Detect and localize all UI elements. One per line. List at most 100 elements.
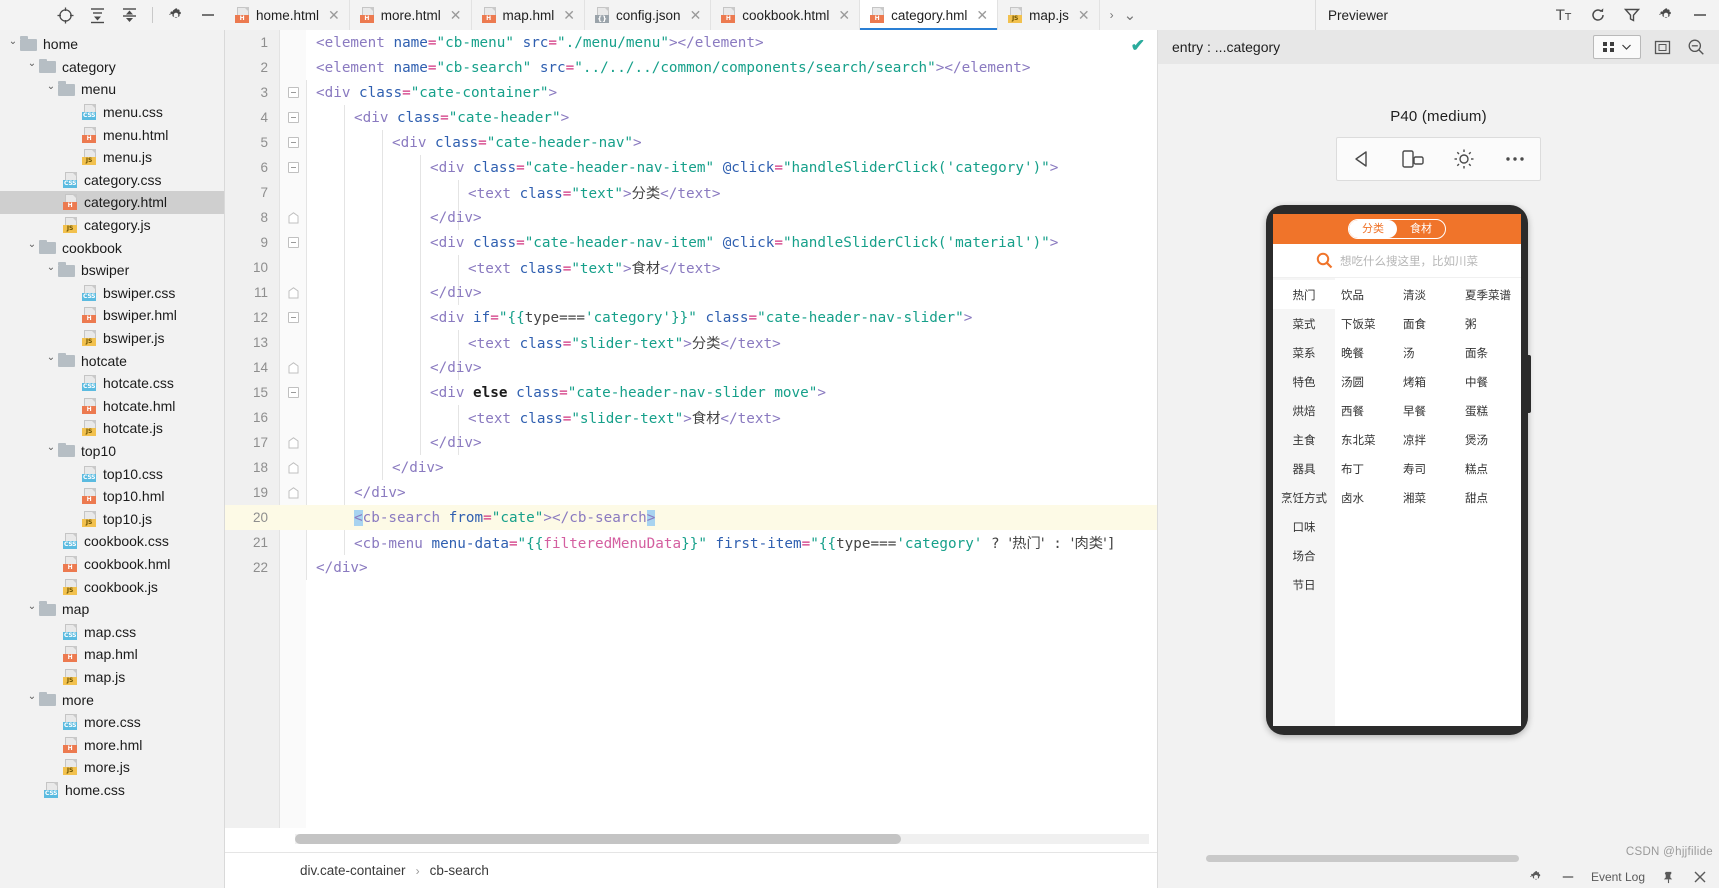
editor-tab-map-hml[interactable]: Hmap.hml ✕ <box>471 0 586 30</box>
editor-tab-more-html[interactable]: Hmore.html ✕ <box>349 0 472 30</box>
chevron-down-icon[interactable]: ⌄ <box>1124 6 1137 24</box>
chevron-down-icon[interactable]: ⌄ <box>6 36 20 47</box>
fold-marker[interactable] <box>280 162 306 173</box>
tree-folder-category[interactable]: ⌄ category <box>0 56 224 79</box>
app-nav-tab-分类[interactable]: 分类 <box>1349 220 1397 238</box>
code-line-11[interactable]: 11 </div> <box>225 280 1157 305</box>
breadcrumb[interactable]: div.cate-container › cb-search <box>225 852 1157 888</box>
app-sidebar-item[interactable]: 场合 <box>1273 541 1335 570</box>
tab-close-icon[interactable]: ✕ <box>328 8 340 22</box>
fold-marker[interactable] <box>280 112 306 123</box>
tree-file-map-css[interactable]: CSS map.css <box>0 620 224 643</box>
editor-horizontal-scrollbar[interactable] <box>295 834 1149 844</box>
app-grid-item[interactable]: 清淡 <box>1397 280 1459 309</box>
tree-file-bswiper-css[interactable]: CSS bswiper.css <box>0 282 224 305</box>
editor-tab-config-json[interactable]: {} config.json ✕ <box>585 0 712 30</box>
code-line-6[interactable]: 6 <div class="cate-header-nav-item" @clic… <box>225 155 1157 180</box>
code-line-4[interactable]: 4 <div class="cate-header"> <box>225 105 1157 130</box>
orientation-icon[interactable] <box>1389 138 1437 180</box>
tree-file-map-hml[interactable]: Hmap.hml <box>0 643 224 666</box>
chevron-down-icon[interactable]: ⌄ <box>25 601 39 612</box>
minus-icon[interactable] <box>1559 868 1577 886</box>
app-grid-item[interactable]: 寿司 <box>1397 454 1459 483</box>
code-line-14[interactable]: 14 </div> <box>225 355 1157 380</box>
fold-marker[interactable] <box>280 237 306 248</box>
tab-close-icon[interactable]: ✕ <box>1078 8 1090 22</box>
app-nav-tabs[interactable]: 分类 食材 <box>1348 219 1446 239</box>
tree-file-hotcate-css[interactable]: CSS hotcate.css <box>0 372 224 395</box>
app-sidebar-item[interactable]: 菜系 <box>1273 338 1335 367</box>
app-grid-item[interactable]: 烤箱 <box>1397 367 1459 396</box>
tree-file-cookbook-js[interactable]: JS cookbook.js <box>0 575 224 598</box>
fold-marker[interactable] <box>280 387 306 398</box>
tab-close-icon[interactable]: ✕ <box>690 8 702 22</box>
tree-file-category-css[interactable]: CSS category.css <box>0 169 224 192</box>
code-text-area[interactable]: 1 <element name="cb-menu" src="./menu/men… <box>225 30 1157 828</box>
chevron-down-icon[interactable]: ⌄ <box>25 691 39 702</box>
code-line-5[interactable]: 5 <div class="cate-header-nav"> <box>225 130 1157 155</box>
expand-all-icon[interactable] <box>120 6 138 24</box>
minimize-icon[interactable] <box>199 6 217 24</box>
tree-file-top10-hml[interactable]: Htop10.hml <box>0 485 224 508</box>
app-grid-item[interactable]: 饮品 <box>1335 280 1397 309</box>
app-category-sidebar[interactable]: 热门 菜式 菜系 特色 烘焙 主食 器具 烹饪方式 口味 场合 节日 <box>1273 278 1335 726</box>
fold-marker[interactable] <box>280 87 306 98</box>
app-grid-item[interactable]: 西餐 <box>1335 396 1397 425</box>
project-file-tree[interactable]: ⌄ home ⌄ category ⌄ menu CSS menu.css Hmenu.html… <box>0 30 225 888</box>
settings-gear-icon[interactable] <box>1657 6 1675 24</box>
tree-file-hotcate-hml[interactable]: Hhotcate.hml <box>0 395 224 418</box>
brightness-icon[interactable] <box>1440 138 1488 180</box>
device-screen[interactable]: 分类 食材 想吃什么搜这里，比如川菜 热门 菜式 菜系 特色 烘焙 主食 器具 烹饪方式 口味 场合… <box>1273 214 1521 726</box>
app-grid-item[interactable]: 汤圆 <box>1335 367 1397 396</box>
tree-file-category-html[interactable]: Hcategory.html <box>0 191 224 214</box>
chevron-down-icon[interactable]: ⌄ <box>25 239 39 250</box>
tab-close-icon[interactable]: ✕ <box>450 8 462 22</box>
tree-file-top10-css[interactable]: CSS top10.css <box>0 462 224 485</box>
app-grid-item[interactable]: 甜点 <box>1459 483 1521 512</box>
fold-marker[interactable] <box>280 312 306 323</box>
app-sidebar-item[interactable]: 特色 <box>1273 367 1335 396</box>
tab-close-icon[interactable]: ✕ <box>563 8 575 22</box>
tree-folder-cookbook[interactable]: ⌄ cookbook <box>0 236 224 259</box>
app-sidebar-item[interactable]: 器具 <box>1273 454 1335 483</box>
tree-file-more-hml[interactable]: Hmore.hml <box>0 733 224 756</box>
tree-file-more-css[interactable]: CSS more.css <box>0 711 224 734</box>
code-line-2[interactable]: 2 <element name="cb-search" src="../../..… <box>225 55 1157 80</box>
app-grid-item[interactable]: 下饭菜 <box>1335 309 1397 338</box>
fold-marker[interactable] <box>280 361 306 374</box>
app-category-grid[interactable]: 饮品 清淡 夏季菜谱 下饭菜 面食粥晚餐汤面条 汤圆 烤箱 中餐 西餐 早餐 蛋糕 东北菜 凉拌 煲汤 布丁… <box>1335 278 1521 726</box>
tree-folder-menu[interactable]: ⌄ menu <box>0 78 224 101</box>
multi-device-button[interactable] <box>1593 35 1641 59</box>
fold-marker[interactable] <box>280 211 306 224</box>
editor-tab-map-js[interactable]: JS map.js ✕ <box>998 0 1100 30</box>
app-nav-tab-食材[interactable]: 食材 <box>1397 220 1445 238</box>
code-line-12[interactable]: 12 <div if="{{type==='category'}}" class=… <box>225 305 1157 330</box>
tree-file-category-js[interactable]: JS category.js <box>0 214 224 237</box>
tree-folder-map[interactable]: ⌄ map <box>0 598 224 621</box>
tree-file-cookbook-hml[interactable]: Hcookbook.hml <box>0 553 224 576</box>
filter-icon[interactable] <box>1623 6 1641 24</box>
tree-file-menu-css[interactable]: CSS menu.css <box>0 101 224 124</box>
code-line-1[interactable]: 1 <element name="cb-menu" src="./menu/men… <box>225 30 1157 55</box>
collapse-all-icon[interactable] <box>88 6 106 24</box>
app-grid-item[interactable]: 面食 <box>1397 309 1459 338</box>
tree-file-bswiper-hml[interactable]: Hbswiper.hml <box>0 304 224 327</box>
app-grid-item[interactable]: 夏季菜谱 <box>1459 280 1521 309</box>
code-line-17[interactable]: 17 </div> <box>225 430 1157 455</box>
tree-file-more-js[interactable]: JS more.js <box>0 756 224 779</box>
chevron-down-icon[interactable]: ⌄ <box>44 352 58 363</box>
code-editor[interactable]: 1 <element name="cb-menu" src="./menu/men… <box>225 30 1157 888</box>
app-grid-item[interactable]: 蛋糕 <box>1459 396 1521 425</box>
tab-close-icon[interactable]: ✕ <box>838 8 850 22</box>
chevron-down-icon[interactable]: ⌄ <box>44 442 58 453</box>
tree-folder-bswiper[interactable]: ⌄ bswiper <box>0 259 224 282</box>
app-sidebar-item[interactable]: 口味 <box>1273 512 1335 541</box>
editor-tab-category-hml[interactable]: Hcategory.hml ✕ <box>860 0 999 30</box>
scrollbar-thumb[interactable] <box>295 834 902 844</box>
code-line-16[interactable]: 16 <text class="slider-text">食材</text> <box>225 405 1157 430</box>
chevron-down-icon[interactable]: ⌄ <box>44 81 58 92</box>
tab-overflow-controls[interactable]: › ⌄ <box>1099 0 1147 30</box>
fit-screen-icon[interactable] <box>1649 35 1675 59</box>
code-line-10[interactable]: 10 <text class="text">食材</text> <box>225 255 1157 280</box>
app-sidebar-item[interactable]: 热门 <box>1273 280 1335 309</box>
